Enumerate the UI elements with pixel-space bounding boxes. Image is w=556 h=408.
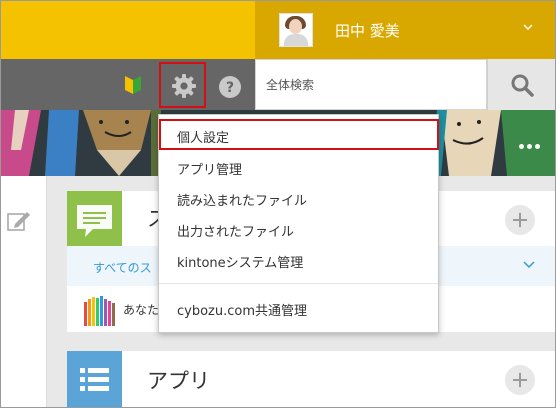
- user-avatar: [279, 13, 313, 47]
- menu-item-imported-files[interactable]: 読み込まれたファイル: [159, 182, 438, 213]
- user-name: 田中 愛美: [335, 22, 400, 40]
- menu-item-exported-files[interactable]: 出力されたファイル: [159, 213, 438, 244]
- user-menu[interactable]: 田中 愛美: [255, 1, 555, 59]
- more-options-icon[interactable]: [519, 134, 543, 153]
- left-panel: [1, 176, 47, 407]
- settings-dropdown-menu: 個人設定 アプリ管理 読み込まれたファイル 出力されたファイル kintoneシ…: [158, 114, 439, 333]
- menu-item-cybozu-common-admin[interactable]: cybozu.com共通管理: [159, 292, 438, 323]
- kintone-window: 田中 愛美 ? 全体検索 すべてのス あなた アプリ 個人設定 アプリ管理 読み…: [0, 0, 556, 408]
- app-card: アプリ: [67, 351, 555, 407]
- menu-item-kintone-system-admin[interactable]: kintoneシステム管理: [159, 244, 438, 275]
- gear-icon: [172, 74, 196, 98]
- menu-item-label: 個人設定: [177, 131, 230, 146]
- space-icon: [67, 191, 122, 246]
- chevron-down-icon: [523, 24, 533, 30]
- add-app-button[interactable]: [505, 365, 535, 395]
- menu-divider: [159, 283, 438, 284]
- top-header: 田中 愛美: [1, 1, 555, 59]
- space-filter-label: すべてのス: [93, 261, 152, 275]
- menu-item-app-management[interactable]: アプリ管理: [159, 151, 438, 182]
- menu-item-label: cybozu.com共通管理: [177, 304, 308, 319]
- menu-item-label: 読み込まれたファイル: [177, 194, 308, 209]
- settings-button[interactable]: [159, 62, 206, 108]
- search-icon: [511, 74, 534, 97]
- menu-item-personal-settings[interactable]: 個人設定: [159, 119, 439, 150]
- svg-text:?: ?: [226, 80, 234, 96]
- app-list-icon: [67, 351, 122, 407]
- menu-item-label: 出力されたファイル: [177, 225, 295, 240]
- add-space-button[interactable]: [505, 205, 535, 235]
- search-input[interactable]: [255, 59, 487, 110]
- space-list-item-text: あなた: [123, 303, 160, 317]
- help-icon[interactable]: ?: [219, 76, 241, 98]
- space-thumbnail: [84, 296, 115, 326]
- menu-item-label: kintoneシステム管理: [177, 256, 304, 271]
- beginner-mark-icon[interactable]: [124, 75, 142, 95]
- search-button[interactable]: [487, 59, 555, 110]
- app-card-title: アプリ: [147, 369, 210, 393]
- edit-icon[interactable]: [7, 210, 31, 232]
- menu-item-label: アプリ管理: [177, 163, 243, 178]
- chevron-down-icon: [523, 261, 535, 269]
- nav-bar: ?: [1, 59, 555, 110]
